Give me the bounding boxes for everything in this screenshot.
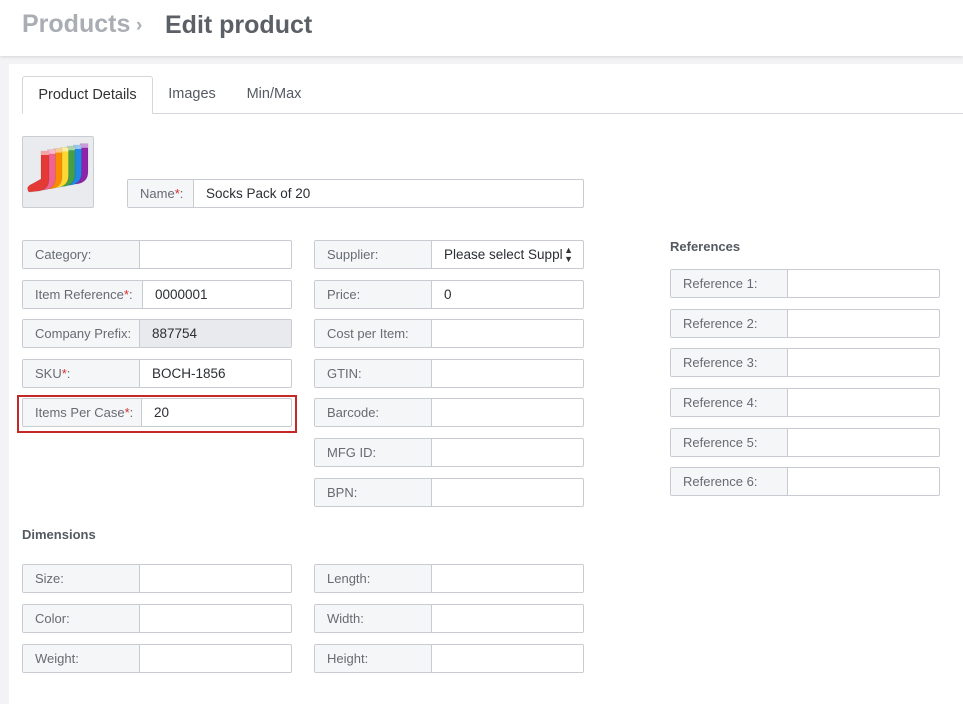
breadcrumb-chevron-icon: › <box>136 15 143 36</box>
mfg-id-label: MFG ID: <box>315 439 432 466</box>
select-arrows-icon: ▲ ▼ <box>564 245 573 264</box>
sku-label: SKU*: <box>23 360 140 387</box>
mfg-id-input[interactable] <box>432 439 583 466</box>
height-input[interactable] <box>432 645 583 672</box>
reference-5-label: Reference 5: <box>671 429 788 456</box>
length-input[interactable] <box>432 565 583 592</box>
mfg-id-field: MFG ID: <box>314 438 584 467</box>
page-title: Edit product <box>165 11 313 39</box>
weight-field: Weight: <box>22 644 292 673</box>
sock-shape <box>27 150 50 193</box>
gtin-label: GTIN: <box>315 360 432 387</box>
category-label: Category: <box>23 241 140 268</box>
color-label: Color: <box>23 605 140 632</box>
sku-input[interactable]: BOCH-1856 <box>140 360 291 387</box>
bpn-field: BPN: <box>314 478 584 507</box>
items-per-case-field: Items Per Case*: 20 <box>22 398 292 427</box>
supplier-field: Supplier: Please select Supplier ▲▼ <box>314 240 584 269</box>
width-label: Width: <box>315 605 432 632</box>
rainbow-socks-image <box>27 143 89 193</box>
company-prefix-field: Company Prefix: 887754 <box>22 319 292 348</box>
name-input[interactable]: Socks Pack of 20 <box>194 180 583 207</box>
reference-1-field: Reference 1: <box>670 269 940 298</box>
height-label: Height: <box>315 645 432 672</box>
page-header: Products › Edit product <box>0 0 963 56</box>
width-input[interactable] <box>432 605 583 632</box>
supplier-label: Supplier: <box>315 241 432 268</box>
reference-4-input[interactable] <box>788 389 939 416</box>
price-field: Price: 0 <box>314 280 584 309</box>
cost-per-item-field: Cost per Item: <box>314 319 584 348</box>
name-field: Name*: Socks Pack of 20 <box>127 179 584 208</box>
item-reference-input[interactable]: 0000001 <box>143 281 291 308</box>
reference-1-input[interactable] <box>788 270 939 297</box>
product-image-thumbnail[interactable] <box>22 136 94 208</box>
price-label: Price: <box>315 281 432 308</box>
reference-2-field: Reference 2: <box>670 309 940 338</box>
name-label: Name*: <box>128 180 194 207</box>
category-input[interactable] <box>140 241 291 268</box>
tab-min-max[interactable]: Min/Max <box>238 76 310 114</box>
item-reference-field: Item Reference*: 0000001 <box>22 280 292 309</box>
sku-field: SKU*: BOCH-1856 <box>22 359 292 388</box>
cost-per-item-label: Cost per Item: <box>315 320 432 347</box>
size-field: Size: <box>22 564 292 593</box>
supplier-select[interactable]: Please select Supplier ▲▼ <box>432 241 583 268</box>
dimensions-heading: Dimensions <box>22 527 96 542</box>
reference-6-input[interactable] <box>788 468 939 495</box>
size-input[interactable] <box>140 565 291 592</box>
color-input[interactable] <box>140 605 291 632</box>
height-field: Height: <box>314 644 584 673</box>
items-per-case-input[interactable]: 20 <box>142 399 291 426</box>
bpn-input[interactable] <box>432 479 583 506</box>
category-field: Category: <box>22 240 292 269</box>
size-label: Size: <box>23 565 140 592</box>
item-reference-label: Item Reference*: <box>23 281 143 308</box>
items-per-case-label: Items Per Case*: <box>23 399 142 426</box>
reference-3-label: Reference 3: <box>671 349 788 376</box>
barcode-label: Barcode: <box>315 399 432 426</box>
barcode-input[interactable] <box>432 399 583 426</box>
tab-images[interactable]: Images <box>160 76 224 114</box>
reference-5-input[interactable] <box>788 429 939 456</box>
gtin-field: GTIN: <box>314 359 584 388</box>
reference-2-label: Reference 2: <box>671 310 788 337</box>
reference-3-field: Reference 3: <box>670 348 940 377</box>
reference-4-label: Reference 4: <box>671 389 788 416</box>
reference-1-label: Reference 1: <box>671 270 788 297</box>
cost-per-item-input[interactable] <box>432 320 583 347</box>
weight-input[interactable] <box>140 645 291 672</box>
references-heading: References <box>670 239 741 254</box>
sock-cuff <box>41 151 49 155</box>
bpn-label: BPN: <box>315 479 432 506</box>
reference-5-field: Reference 5: <box>670 428 940 457</box>
price-input[interactable]: 0 <box>432 281 583 308</box>
reference-2-input[interactable] <box>788 310 939 337</box>
gtin-input[interactable] <box>432 360 583 387</box>
tab-product-details[interactable]: Product Details <box>22 76 153 114</box>
length-field: Length: <box>314 564 584 593</box>
width-field: Width: <box>314 604 584 633</box>
weight-label: Weight: <box>23 645 140 672</box>
supplier-select-value: Please select Supplier <box>444 247 562 262</box>
reference-3-input[interactable] <box>788 349 939 376</box>
reference-6-label: Reference 6: <box>671 468 788 495</box>
color-field: Color: <box>22 604 292 633</box>
reference-4-field: Reference 4: <box>670 388 940 417</box>
barcode-field: Barcode: <box>314 398 584 427</box>
length-label: Length: <box>315 565 432 592</box>
reference-6-field: Reference 6: <box>670 467 940 496</box>
company-prefix-input: 887754 <box>140 320 291 347</box>
breadcrumb-products-link[interactable]: Products <box>22 10 130 39</box>
company-prefix-label: Company Prefix: <box>23 320 140 347</box>
